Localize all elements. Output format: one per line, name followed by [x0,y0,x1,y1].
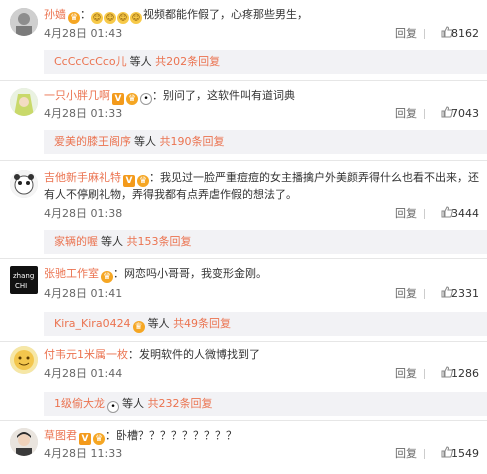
vip-crown-icon: ♛ [126,93,138,105]
divider [424,289,425,299]
sub-replies-box[interactable]: 爱美的膝王阁序 等人 共190条回复 [44,130,487,154]
like-count: 8162 [451,27,479,40]
comment-text: ：卧槽？？？？？？？？？ [105,429,237,442]
more-replies-link[interactable]: 共49条回复 [173,317,231,330]
svg-text:zhang: zhang [13,272,34,280]
sub-replies-box[interactable]: CcCcCcCco儿 等人 共202条回复 [44,50,487,74]
reply-button[interactable]: 回复 [395,446,417,462]
divider [424,449,425,459]
vip-crown-icon: ♛ [101,271,113,283]
sub-reply-others: 等人 [147,317,170,330]
vip-crown-icon: ♛ [93,433,105,445]
more-replies-link[interactable]: 共190条回复 [160,135,225,148]
divider [0,258,487,259]
divider [0,80,487,81]
reply-button[interactable]: 回复 [395,26,417,42]
username[interactable]: 一只小胖几啊 [44,89,110,102]
comment-line: 草图君 V ♛ ：卧槽？？？？？？？？？ [44,428,479,445]
vip-crown-icon: ♛ [137,175,149,187]
laugh-emoji-icon: ☺ [117,12,129,24]
comment-meta: 4月28日 11:33 回复 1549 [44,446,479,462]
sub-replies-box[interactable]: Kira_Kira0424 ♛ 等人 共49条回复 [44,312,487,336]
divider [424,29,425,39]
divider [424,369,425,379]
divider [424,209,425,219]
comment-text: 视频都能作假了，心疼那些男生， [143,8,308,21]
sub-reply-others: 等人 [122,397,144,410]
username[interactable]: 张驰工作室 [44,267,99,280]
username[interactable]: 孙嫱 [44,8,66,21]
avatar[interactable] [10,8,38,36]
username[interactable]: 吉他新手麻礼特 [44,171,121,184]
sub-replies-box[interactable]: 家辆的喔 等人 共153条回复 [44,230,487,254]
verified-v-icon: V [112,93,124,105]
divider [424,109,425,119]
verified-v-icon: V [79,433,91,445]
avatar[interactable]: zhang CHI [10,266,38,294]
comment-line: 吉他新手麻礼特 V ♛ ：我见过一脸严重痘痘的女主播擒户外美颜弄得什么也看不出来，还有… [44,170,479,203]
divider [0,341,487,342]
avatar[interactable] [10,428,38,456]
panda-icon: • [140,93,152,105]
reply-button[interactable]: 回复 [395,106,417,122]
sub-reply-user[interactable]: 家辆的喔 [54,235,98,248]
sub-reply-others: 等人 [129,55,152,68]
timestamp: 4月28日 01:33 [44,107,123,120]
timestamp: 4月28日 01:41 [44,287,123,300]
comment-meta: 4月28日 01:44 回复 1286 [44,366,479,382]
more-replies-link[interactable]: 共153条回复 [127,235,192,248]
laugh-emoji-icon: ☺ [104,12,116,24]
username[interactable]: 草图君 [44,429,77,442]
sub-replies-box[interactable]: 1级偷大龙 • 等人 共232条回复 [44,392,487,416]
comment-meta: 4月28日 01:41 回复 2331 [44,286,479,302]
sub-reply-others: 等人 [134,135,156,148]
avatar[interactable] [10,346,38,374]
username[interactable]: 付韦元1米属一枚 [44,348,128,361]
comment-line: 孙嫱 ♛： ☺ ☺ ☺ ☺ 视频都能作假了，心疼那些男生， [44,8,308,24]
svg-text:CHI: CHI [15,282,27,290]
like-count: 7043 [451,107,479,120]
avatar[interactable] [10,88,38,116]
reply-button[interactable]: 回复 [395,366,417,382]
reply-button[interactable]: 回复 [395,286,417,302]
panda-icon: • [107,401,119,413]
timestamp: 4月28日 01:38 [44,207,123,220]
vip-crown-icon: ♛ [132,321,145,333]
reply-button[interactable]: 回复 [395,206,417,222]
comment-meta: 4月28日 01:33 回复 7043 [44,106,479,122]
timestamp: 4月28日 11:33 [44,447,123,460]
comment-line: 付韦元1米属一枚：发明软件的人微博找到了 [44,347,479,363]
timestamp: 4月28日 01:43 [44,27,123,40]
sub-reply-user[interactable]: 爱美的膝王阁序 [54,135,131,148]
like-count: 3444 [451,207,479,220]
comment-line: 一只小胖几啊 V ♛ • ：别问了，这软件叫有道词典 [44,88,479,105]
comment-text: ：别问了，这软件叫有道词典 [152,89,295,102]
vip-crown-icon: ♛ [68,12,80,24]
comment-text: ：发明软件的人微博找到了 [128,348,260,361]
comment-line: 张驰工作室 ♛ ：网恋吗小哥哥，我变形金刚。 [44,266,479,283]
more-replies-link[interactable]: 共202条回复 [155,55,220,68]
comment-meta: 4月28日 01:38 回复 3444 [44,206,479,222]
laugh-emoji-icon: ☺ [130,12,142,24]
like-count: 2331 [451,287,479,300]
sub-reply-user[interactable]: CcCcCcCco儿 [54,55,127,68]
divider [0,420,487,421]
more-replies-link[interactable]: 共232条回复 [148,397,213,410]
like-count: 1286 [451,367,479,380]
comment-meta: 4月28日 01:43 回复 8162 [44,26,479,42]
verified-v-icon: V [123,175,135,187]
sub-reply-others: 等人 [101,235,123,248]
avatar[interactable] [10,170,38,198]
sub-reply-user[interactable]: 1级偷大龙 [54,397,105,410]
sub-reply-user[interactable]: Kira_Kira0424 [54,317,131,330]
timestamp: 4月28日 01:44 [44,367,123,380]
divider [0,160,487,161]
like-count: 1549 [451,447,479,460]
comment-text: ：网恋吗小哥哥，我变形金刚。 [113,267,267,280]
laugh-emoji-icon: ☺ [91,12,103,24]
